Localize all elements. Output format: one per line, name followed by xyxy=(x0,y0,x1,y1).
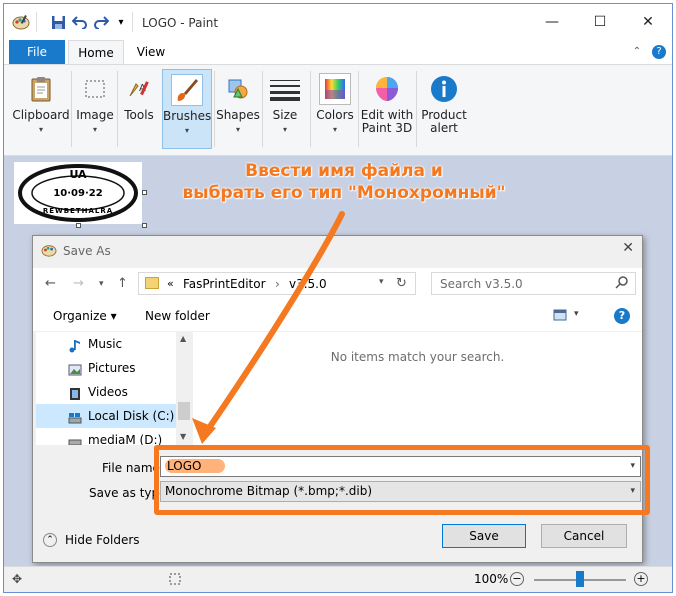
zoom-slider-thumb[interactable] xyxy=(576,571,584,587)
move-cursor-icon: ✥ xyxy=(12,572,23,586)
zoom-level: 100% xyxy=(474,572,509,586)
annotation-text: Ввести имя файла и выбрать его тип "Моно… xyxy=(164,160,524,204)
zoom-out-button[interactable]: − xyxy=(510,572,524,586)
annotation-line-2: выбрать его тип "Монохромный" xyxy=(182,183,506,203)
highlight-box xyxy=(154,445,650,515)
paint-window: ▾ LOGO - Paint — ☐ ✕ File Home View ⌃ ? … xyxy=(3,3,673,593)
selection-size-icon xyxy=(168,572,182,589)
annotation-line-1: Ввести имя файла и xyxy=(245,161,443,181)
status-bar: ✥ 100% − + xyxy=(4,566,672,592)
zoom-in-button[interactable]: + xyxy=(634,572,648,586)
